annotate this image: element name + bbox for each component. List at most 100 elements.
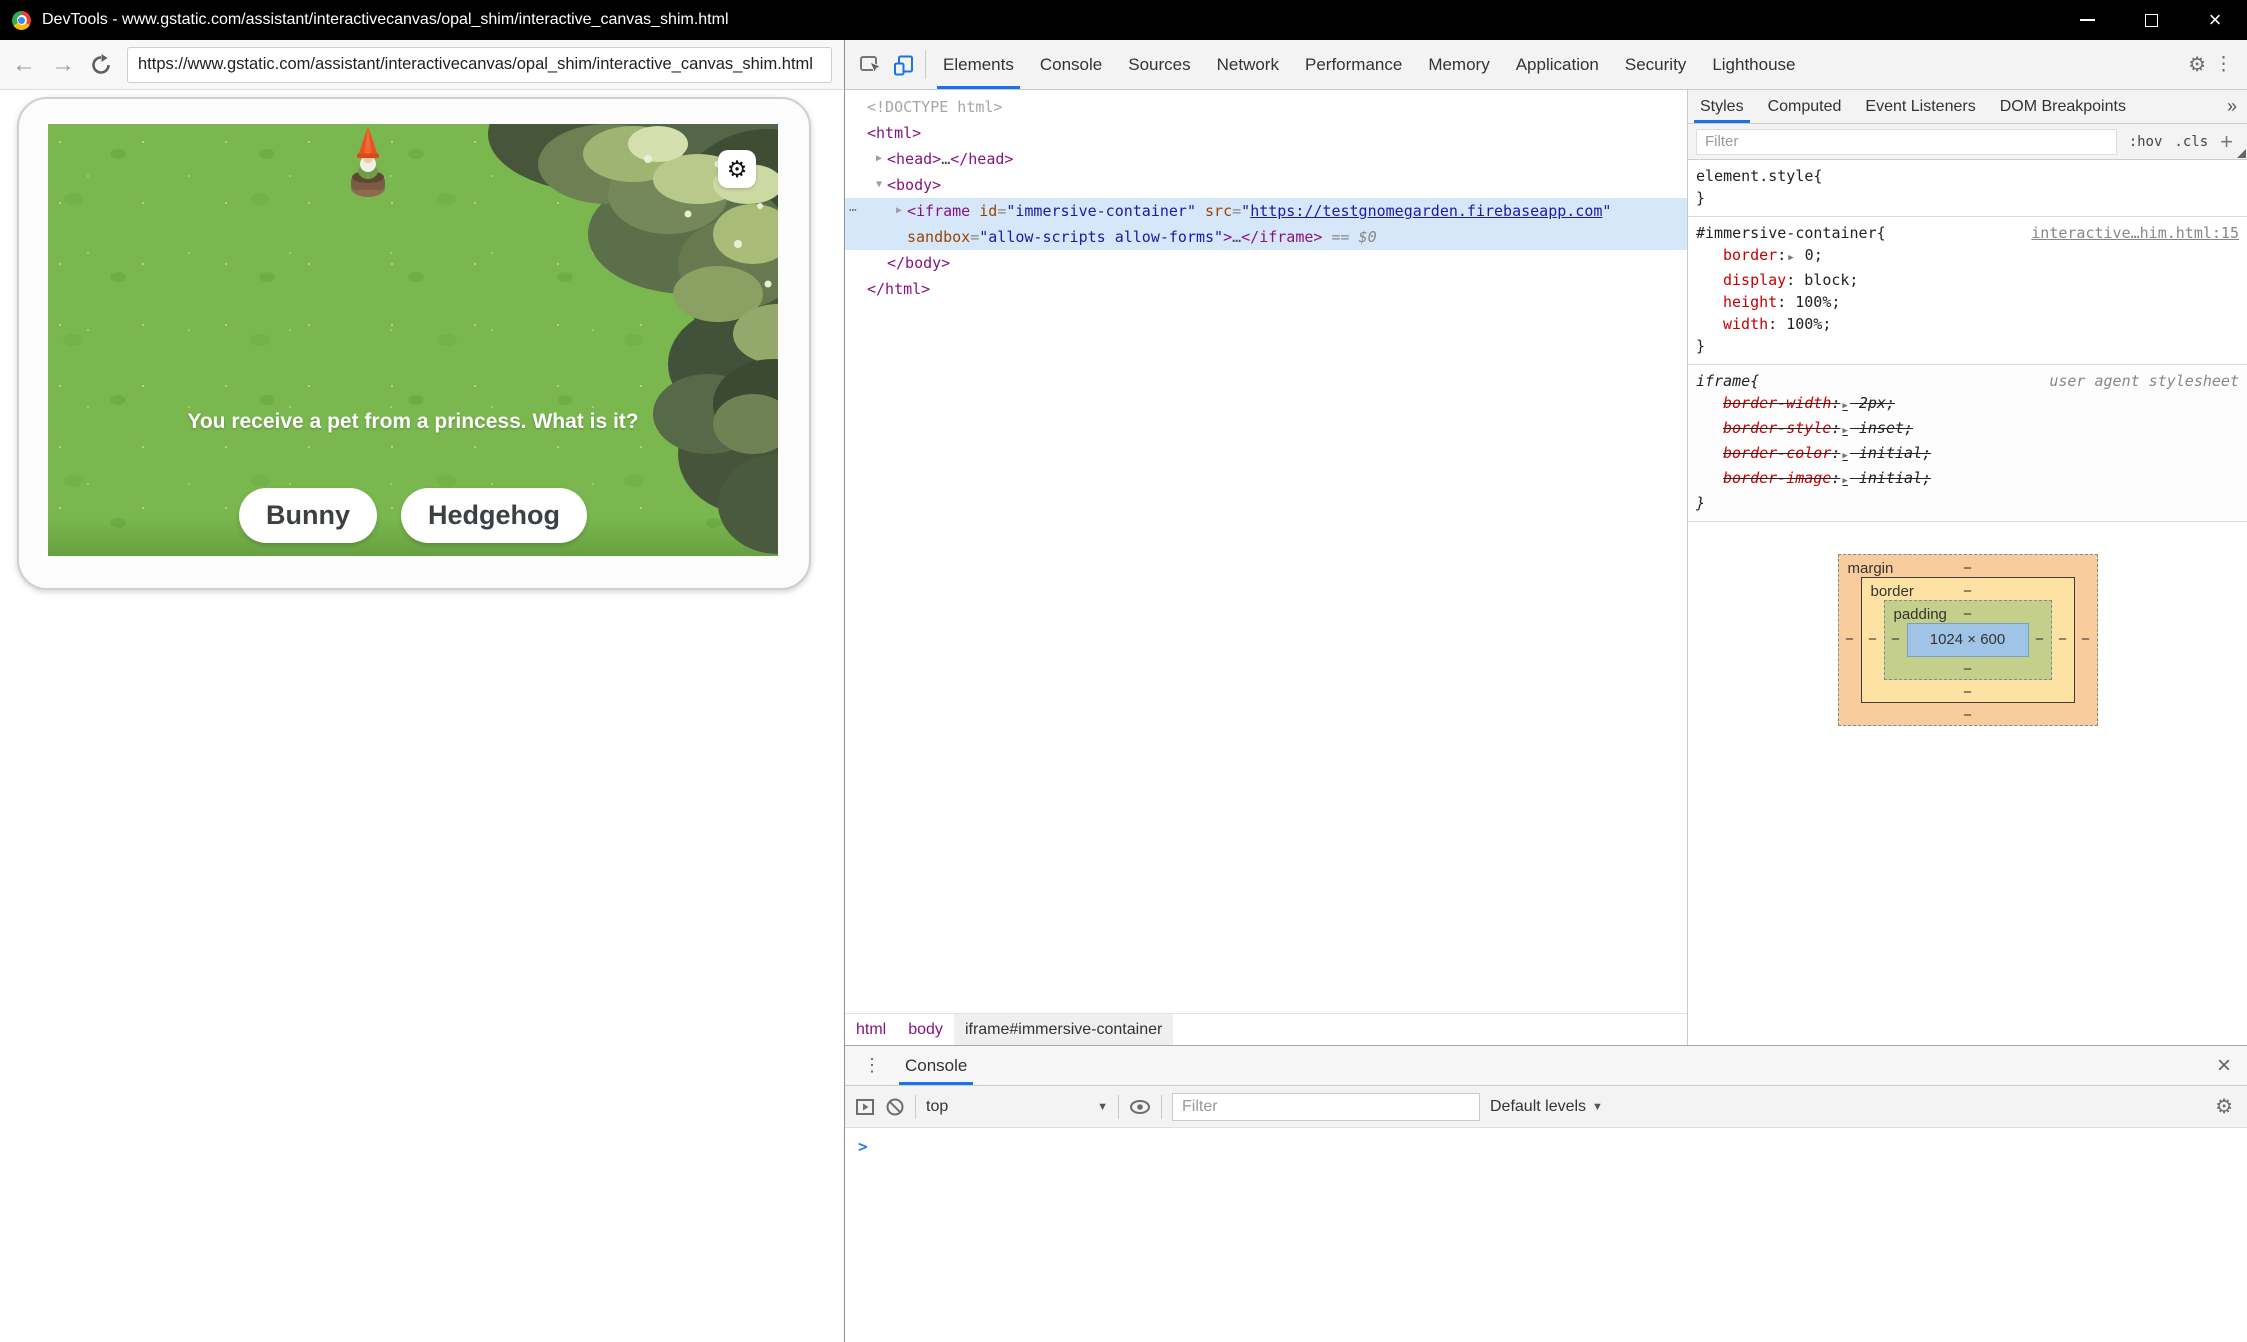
tab-elements[interactable]: Elements <box>930 40 1027 89</box>
drawer-menu-icon[interactable]: ⋮ <box>855 1046 889 1085</box>
resource-link[interactable]: https://testgnomegarden.firebaseapp.com <box>1250 202 1602 220</box>
close-button[interactable]: × <box>2183 0 2247 40</box>
breadcrumb-html[interactable]: html <box>845 1014 897 1045</box>
console-settings-icon[interactable]: ⚙ <box>2215 1094 2237 1119</box>
console-drawer-header: ⋮ Console × <box>845 1046 2247 1086</box>
tab-sources[interactable]: Sources <box>1115 40 1203 89</box>
property-expand-icon[interactable]: ▶ <box>1840 426 1849 436</box>
dom-node-line[interactable]: ▶<head>…</head> <box>845 146 1687 172</box>
dom-node-line[interactable]: <!DOCTYPE html> <box>845 94 1687 120</box>
style-property[interactable]: height: 100%; <box>1696 291 2239 313</box>
minimize-button[interactable] <box>2055 0 2119 40</box>
sidebar-tab-event-listeners[interactable]: Event Listeners <box>1853 90 1987 123</box>
property-name: height <box>1723 293 1777 311</box>
back-button[interactable]: ← <box>12 53 36 77</box>
styles-filter-input[interactable] <box>1696 129 2117 155</box>
box-model-border[interactable]: border−−padding−−1024 × 600−−−− <box>1861 577 2075 703</box>
inspect-element-icon[interactable] <box>853 40 887 89</box>
console-messages[interactable]: > <box>845 1128 2247 1342</box>
sidebar-tab-computed[interactable]: Computed <box>1756 90 1854 123</box>
forward-button[interactable]: → <box>51 53 75 77</box>
box-model-border-inner: padding−−1024 × 600−− <box>1884 600 2052 680</box>
console-filter-input[interactable] <box>1172 1093 1480 1121</box>
property-expand-icon[interactable]: ▶ <box>1786 253 1795 263</box>
dom-node-line[interactable]: </html> <box>845 276 1687 302</box>
property-value: initial; <box>1850 469 1931 487</box>
box-model-margin-right-value: − <box>2075 629 2097 651</box>
tab-application[interactable]: Application <box>1503 40 1612 89</box>
box-model-margin-top-value: − <box>1839 558 2097 580</box>
style-property[interactable]: border-image:▶ initial; <box>1696 467 2239 492</box>
breadcrumb: htmlbodyiframe#immersive-container <box>845 1013 1687 1045</box>
property-expand-icon[interactable]: ▶ <box>1840 476 1849 486</box>
code-token-str: "immersive-container" <box>1006 202 1196 220</box>
box-model-padding[interactable]: padding−−1024 × 600−− <box>1884 600 2052 680</box>
log-levels-selector[interactable]: Default levels ▼ <box>1490 1098 1603 1116</box>
new-style-rule-button[interactable]: + <box>2220 131 2233 153</box>
property-name: border-width <box>1723 394 1831 412</box>
style-property[interactable]: border:▶ 0; <box>1696 244 2239 269</box>
box-model-border-left-value: − <box>1862 629 1884 651</box>
console-sidebar-toggle-icon[interactable] <box>855 1097 875 1117</box>
style-property[interactable]: display: block; <box>1696 269 2239 291</box>
property-expand-icon[interactable]: ▶ <box>1840 401 1849 411</box>
dom-node-text: <html> <box>867 120 1687 146</box>
stylesheet-source-link[interactable]: interactive…him.html:15 <box>2023 222 2239 244</box>
disclosure-closed-icon[interactable]: ▶ <box>891 198 907 224</box>
tab-network[interactable]: Network <box>1204 40 1292 89</box>
drawer-close-icon[interactable]: × <box>2211 1046 2237 1085</box>
property-name: border-color <box>1723 444 1831 462</box>
reload-button[interactable] <box>90 54 112 76</box>
settings-gear-icon[interactable]: ⚙ <box>2188 52 2206 77</box>
close-brace: } <box>1696 335 2239 357</box>
disclosure-closed-icon[interactable]: ▶ <box>871 146 887 172</box>
box-model-content[interactable]: 1024 × 600 <box>1907 623 2029 657</box>
toggle-class-button[interactable]: .cls <box>2174 134 2208 150</box>
sidebar-tab-dom-breakpoints[interactable]: DOM Breakpoints <box>1988 90 2138 123</box>
dom-node-line[interactable]: <html> <box>845 120 1687 146</box>
box-model-border-right-value: − <box>2052 629 2074 651</box>
game-settings-button[interactable]: ⚙ <box>718 150 756 188</box>
choice-button-hedgehog[interactable]: Hedgehog <box>401 488 587 543</box>
sidebar-overflow-chevron[interactable]: » <box>2217 90 2247 123</box>
style-property[interactable]: width: 100%; <box>1696 313 2239 335</box>
url-input[interactable] <box>127 47 832 83</box>
tab-performance[interactable]: Performance <box>1292 40 1415 89</box>
execution-context-selector[interactable]: top ▼ <box>926 1098 1108 1116</box>
drawer-tab-console[interactable]: Console <box>899 1046 973 1085</box>
maximize-button[interactable] <box>2119 0 2183 40</box>
device-toolbar-icon[interactable] <box>887 40 921 89</box>
style-property[interactable]: border-color:▶ initial; <box>1696 442 2239 467</box>
live-expression-eye-icon[interactable] <box>1129 1097 1151 1117</box>
property-expand-icon[interactable]: ▶ <box>1840 451 1849 461</box>
tab-memory[interactable]: Memory <box>1415 40 1502 89</box>
more-options-icon[interactable]: ⋮ <box>2206 53 2241 76</box>
dom-node-line[interactable]: ⋯▶<iframe id="immersive-container" src="… <box>845 198 1687 250</box>
log-levels-label: Default levels <box>1490 1098 1586 1116</box>
code-token-tag: </head> <box>950 150 1013 168</box>
browser-toolbar: ← → <box>0 40 845 90</box>
choice-button-bunny[interactable]: Bunny <box>239 488 377 543</box>
console-toolbar: top ▼ Default levels ▼ ⚙ <box>845 1086 2247 1128</box>
box-model-margin[interactable]: margin−−border−−padding−−1024 × 600−−−−−… <box>1838 554 2098 726</box>
tab-lighthouse[interactable]: Lighthouse <box>1699 40 1808 89</box>
property-value: 100%; <box>1786 293 1840 311</box>
tab-security[interactable]: Security <box>1612 40 1699 89</box>
clear-console-icon[interactable] <box>885 1097 905 1117</box>
property-value: block; <box>1795 271 1858 289</box>
dom-node-line[interactable]: </body> <box>845 250 1687 276</box>
sidebar-tab-styles[interactable]: Styles <box>1688 90 1756 123</box>
style-property[interactable]: border-style:▶ inset; <box>1696 417 2239 442</box>
code-token-tag: </body> <box>887 254 950 272</box>
breadcrumb-iframe-immersive-container[interactable]: iframe#immersive-container <box>954 1014 1173 1045</box>
breadcrumb-body[interactable]: body <box>897 1014 954 1045</box>
property-value: 2px; <box>1850 394 1895 412</box>
disclosure-open-icon[interactable]: ▼ <box>871 172 887 198</box>
style-rule: iframe {user agent stylesheetborder-widt… <box>1688 365 2247 522</box>
dom-node-line[interactable]: ▼<body> <box>845 172 1687 198</box>
toggle-hover-state-button[interactable]: :hov <box>2129 134 2163 150</box>
rule-selector-line: iframe {user agent stylesheet <box>1696 370 2239 392</box>
style-property[interactable]: border-width:▶ 2px; <box>1696 392 2239 417</box>
tab-console[interactable]: Console <box>1027 40 1115 89</box>
style-rule: #immersive-container {interactive…him.ht… <box>1688 217 2247 365</box>
